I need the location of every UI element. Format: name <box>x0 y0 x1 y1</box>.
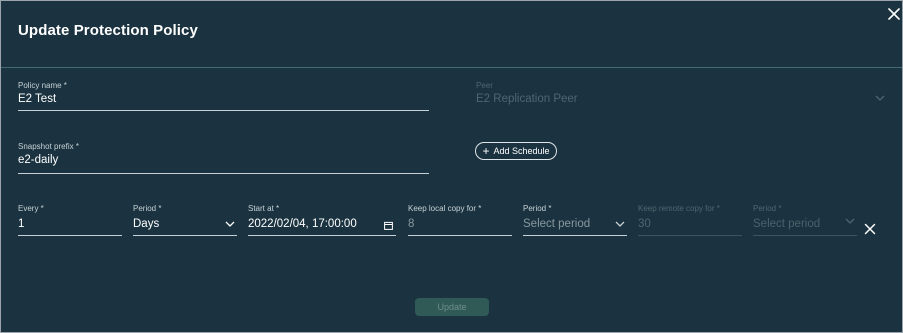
snapshot-prefix-label: Snapshot prefix * <box>18 142 79 151</box>
every-input[interactable]: 1 <box>18 218 24 230</box>
peer-label: Peer <box>476 81 493 90</box>
keep-local-copy-input[interactable]: 8 <box>408 218 414 230</box>
keep-local-copy-field[interactable]: Keep local copy for * 8 <box>408 204 512 236</box>
keep-remote-copy-label: Keep remote copy for * <box>638 204 720 213</box>
every-label: Every * <box>18 204 44 213</box>
local-period-select[interactable]: Period * Select period <box>523 204 627 236</box>
start-at-underline <box>248 235 396 236</box>
local-period-label: Period * <box>523 204 552 213</box>
start-at-input[interactable]: 2022/02/04, 17:00:00 <box>248 218 357 230</box>
period-underline <box>133 235 237 236</box>
start-at-label: Start at * <box>248 204 280 213</box>
period-label: Period * <box>133 204 162 213</box>
peer-select: Peer E2 Replication Peer <box>476 81 887 111</box>
remote-period-label: Period * <box>753 204 782 213</box>
local-period-underline <box>523 235 627 236</box>
chevron-down-icon <box>875 95 885 101</box>
calendar-icon[interactable] <box>384 221 393 230</box>
keep-remote-copy-input: 30 <box>638 218 651 230</box>
policy-name-field[interactable]: Policy name * E2 Test <box>18 81 429 111</box>
local-period-placeholder: Select period <box>523 218 591 230</box>
snapshot-prefix-underline <box>18 173 429 174</box>
every-underline <box>18 235 122 236</box>
policy-name-input[interactable]: E2 Test <box>18 93 56 105</box>
add-schedule-label: Add Schedule <box>493 146 550 156</box>
keep-remote-copy-field: Keep remote copy for * 30 <box>638 204 742 236</box>
keep-remote-copy-underline <box>638 235 742 236</box>
update-button[interactable]: Update <box>415 298 489 316</box>
chevron-down-icon <box>225 221 235 227</box>
update-protection-policy-dialog: Update Protection Policy Policy name * E… <box>0 0 903 333</box>
start-at-field[interactable]: Start at * 2022/02/04, 17:00:00 <box>248 204 396 236</box>
chevron-down-icon <box>615 221 625 227</box>
period-select[interactable]: Period * Days <box>133 204 237 236</box>
snapshot-prefix-field[interactable]: Snapshot prefix * e2-daily <box>18 142 429 174</box>
keep-local-copy-underline <box>408 235 512 236</box>
every-field[interactable]: Every * 1 <box>18 204 122 236</box>
plus-icon: + <box>482 144 490 158</box>
remote-period-placeholder: Select period <box>753 218 821 230</box>
dialog-title: Update Protection Policy <box>18 22 198 39</box>
add-schedule-button[interactable]: + Add Schedule <box>475 142 557 160</box>
policy-name-underline <box>18 110 429 111</box>
close-icon[interactable] <box>886 6 902 22</box>
header-divider <box>1 67 902 68</box>
period-value: Days <box>133 218 160 230</box>
peer-value: E2 Replication Peer <box>476 93 578 105</box>
keep-local-copy-label: Keep local copy for * <box>408 204 482 213</box>
policy-name-label: Policy name * <box>18 81 67 90</box>
remote-period-underline <box>753 235 857 236</box>
remote-period-select: Period * Select period <box>753 204 857 236</box>
snapshot-prefix-input[interactable]: e2-daily <box>18 154 58 166</box>
remove-schedule-icon[interactable] <box>864 223 876 235</box>
chevron-down-icon <box>845 218 855 224</box>
